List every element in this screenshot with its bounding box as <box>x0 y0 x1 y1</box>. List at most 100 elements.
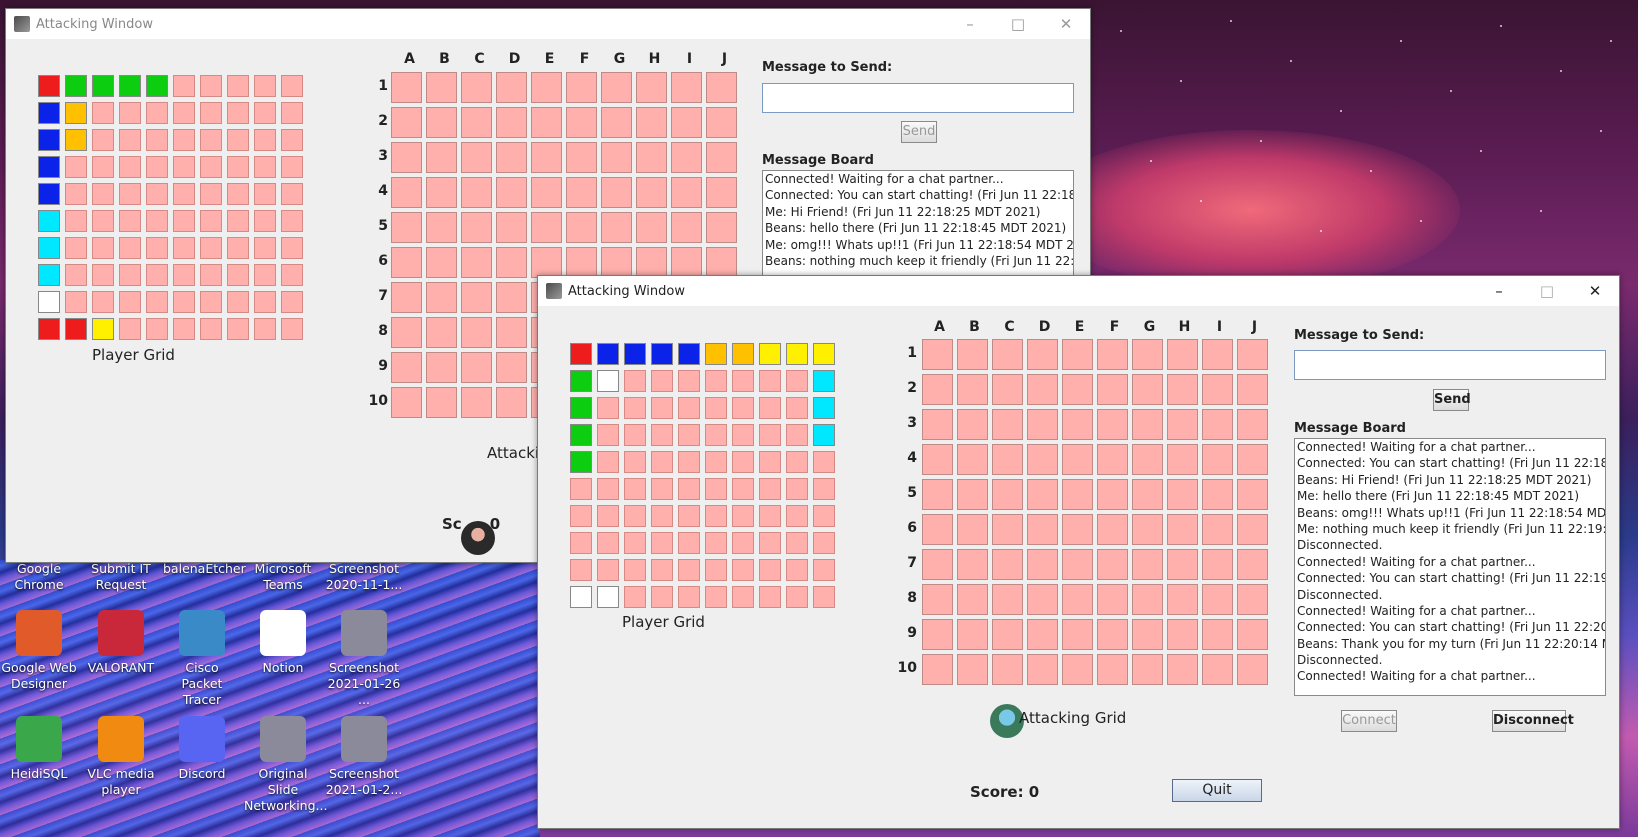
attacking-grid-cell[interactable] <box>601 247 632 278</box>
attacking-grid-cell[interactable] <box>1132 619 1163 650</box>
attacking-grid-cell[interactable] <box>992 444 1023 475</box>
attacking-grid-cell[interactable] <box>601 107 632 138</box>
attacking-grid-cell[interactable] <box>636 212 667 243</box>
attacking-grid-cell[interactable] <box>1097 654 1128 685</box>
message-board[interactable]: Connected! Waiting for a chat partner...… <box>762 170 1074 290</box>
attacking-grid-cell[interactable] <box>1167 654 1198 685</box>
attacking-grid-cell[interactable] <box>1237 444 1268 475</box>
attacking-grid-cell[interactable] <box>1167 409 1198 440</box>
attacking-grid-cell[interactable] <box>922 409 953 440</box>
attacking-grid-cell[interactable] <box>496 387 527 418</box>
attacking-grid-cell[interactable] <box>1237 409 1268 440</box>
attacking-grid-cell[interactable] <box>1097 374 1128 405</box>
attacking-grid-cell[interactable] <box>566 72 597 103</box>
attacking-grid-cell[interactable] <box>706 247 737 278</box>
attacking-grid-cell[interactable] <box>1167 584 1198 615</box>
attacking-grid-cell[interactable] <box>1202 584 1233 615</box>
attacking-grid-cell[interactable] <box>391 142 422 173</box>
attacking-grid-cell[interactable] <box>461 177 492 208</box>
attacking-grid-cell[interactable] <box>426 107 457 138</box>
attacking-grid-cell[interactable] <box>1097 409 1128 440</box>
title-bar[interactable]: Attacking Window – □ ✕ <box>538 276 1619 306</box>
attacking-grid-cell[interactable] <box>1132 584 1163 615</box>
attacking-grid-cell[interactable] <box>531 212 562 243</box>
attacking-grid-cell[interactable] <box>391 177 422 208</box>
attacking-grid-cell[interactable] <box>1062 619 1093 650</box>
attacking-grid-cell[interactable] <box>957 444 988 475</box>
attacking-grid-cell[interactable] <box>1167 374 1198 405</box>
attacking-grid-cell[interactable] <box>992 479 1023 510</box>
attacking-grid-cell[interactable] <box>1132 479 1163 510</box>
attacking-grid-cell[interactable] <box>461 317 492 348</box>
attacking-grid-cell[interactable] <box>1237 339 1268 370</box>
attacking-grid-cell[interactable] <box>496 247 527 278</box>
attacking-grid-cell[interactable] <box>1027 409 1058 440</box>
attacking-grid-cell[interactable] <box>426 72 457 103</box>
attacking-grid-cell[interactable] <box>1202 549 1233 580</box>
title-bar[interactable]: Attacking Window – □ ✕ <box>6 9 1090 39</box>
attacking-grid-cell[interactable] <box>461 352 492 383</box>
attacking-grid-cell[interactable] <box>1237 619 1268 650</box>
attacking-grid-cell[interactable] <box>1202 444 1233 475</box>
attacking-grid-cell[interactable] <box>1062 479 1093 510</box>
desktop-icon[interactable]: HeidiSQL <box>0 716 78 782</box>
send-button[interactable]: Send <box>1433 389 1471 411</box>
desktop-icon[interactable]: Google Web Designer <box>0 610 78 692</box>
attacking-grid-cell[interactable] <box>461 72 492 103</box>
attacking-grid-cell[interactable] <box>1167 549 1198 580</box>
attacking-grid-cell[interactable] <box>1097 549 1128 580</box>
attacking-grid-cell[interactable] <box>391 107 422 138</box>
attacking-grid-cell[interactable] <box>496 212 527 243</box>
desktop-icon[interactable]: Original Slide Networking... <box>244 716 327 814</box>
attacking-grid-cell[interactable] <box>1097 479 1128 510</box>
attacking-grid-cell[interactable] <box>1202 374 1233 405</box>
desktop-icon[interactable]: Screenshot 2021-01-26 ... <box>325 610 403 708</box>
attacking-grid-cell[interactable] <box>992 549 1023 580</box>
attacking-grid-cell[interactable] <box>391 247 422 278</box>
attacking-grid-cell[interactable] <box>426 352 457 383</box>
attacking-grid-cell[interactable] <box>531 142 562 173</box>
attacking-grid-cell[interactable] <box>671 107 702 138</box>
attacking-grid-cell[interactable] <box>1097 619 1128 650</box>
attacking-grid-cell[interactable] <box>957 339 988 370</box>
attacking-grid-cell[interactable] <box>1097 339 1128 370</box>
attacking-grid-cell[interactable] <box>1167 479 1198 510</box>
minimize-icon[interactable]: – <box>946 9 994 39</box>
attacking-grid-cell[interactable] <box>992 619 1023 650</box>
attacking-grid-cell[interactable] <box>426 177 457 208</box>
attacking-grid-cell[interactable] <box>496 282 527 313</box>
attacking-grid-cell[interactable] <box>957 619 988 650</box>
attacking-grid-cell[interactable] <box>992 339 1023 370</box>
attacking-grid-cell[interactable] <box>992 409 1023 440</box>
attacking-grid-cell[interactable] <box>496 107 527 138</box>
attacking-grid-cell[interactable] <box>706 107 737 138</box>
attacking-grid-cell[interactable] <box>1237 549 1268 580</box>
attacking-grid-cell[interactable] <box>1132 444 1163 475</box>
attacking-grid-cell[interactable] <box>1062 514 1093 545</box>
attacking-grid-cell[interactable] <box>1027 339 1058 370</box>
attacking-grid-cell[interactable] <box>1132 339 1163 370</box>
message-board[interactable]: Connected! Waiting for a chat partner...… <box>1294 438 1606 696</box>
attacking-grid-cell[interactable] <box>426 282 457 313</box>
desktop-icon[interactable]: Microsoft Teams <box>244 561 322 593</box>
attacking-grid-cell[interactable] <box>531 107 562 138</box>
attacking-grid-cell[interactable] <box>601 212 632 243</box>
attacking-grid-cell[interactable] <box>1062 584 1093 615</box>
attacking-grid-cell[interactable] <box>922 584 953 615</box>
attacking-grid-cell[interactable] <box>957 409 988 440</box>
attacking-grid-cell[interactable] <box>922 479 953 510</box>
attacking-grid-cell[interactable] <box>636 247 667 278</box>
desktop-icon[interactable]: VLC media player <box>82 716 160 798</box>
attacking-grid-cell[interactable] <box>531 247 562 278</box>
attacking-grid-cell[interactable] <box>1202 479 1233 510</box>
attacking-grid-cell[interactable] <box>566 177 597 208</box>
attacking-grid-cell[interactable] <box>1202 339 1233 370</box>
attacking-grid-cell[interactable] <box>1167 444 1198 475</box>
attacking-grid-cell[interactable] <box>1202 514 1233 545</box>
attacking-grid-cell[interactable] <box>496 352 527 383</box>
attacking-grid-cell[interactable] <box>496 317 527 348</box>
attacking-grid-cell[interactable] <box>992 584 1023 615</box>
attacking-grid-cell[interactable] <box>671 142 702 173</box>
attacking-grid-cell[interactable] <box>706 177 737 208</box>
front-attacking-window[interactable]: Attacking Window – □ ✕ Player Grid A B C D E… <box>537 275 1620 829</box>
